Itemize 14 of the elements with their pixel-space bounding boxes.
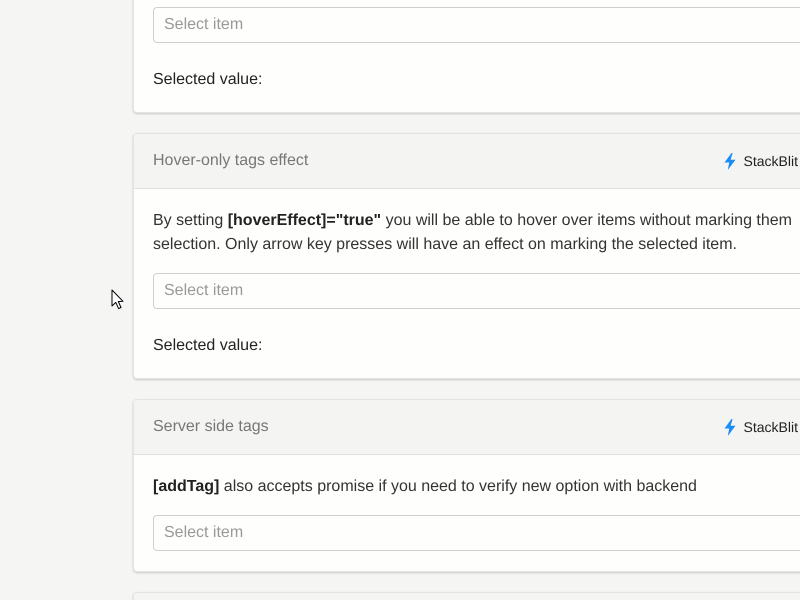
stackblitz-link[interactable]: StackBlit bbox=[724, 418, 798, 436]
selected-value-label: Selected value: bbox=[153, 70, 264, 90]
description-text: By setting [hoverEffect]="true" you will be able to hover over items without marking them selection. Only arrow key presses will have an effect on marking the selected item. bbox=[153, 211, 793, 255]
stackblitz-link[interactable]: StackBlit bbox=[724, 152, 798, 170]
select-field[interactable]: Select item bbox=[153, 7, 800, 43]
lightning-icon bbox=[724, 418, 736, 436]
selected-value-label: Selected value: bbox=[153, 336, 264, 356]
select-field[interactable]: Select item bbox=[153, 273, 800, 309]
select-field[interactable]: Select item bbox=[153, 515, 800, 551]
description-text: [addTag] also accepts promise if you need to verify new option with backend bbox=[153, 477, 698, 497]
lightning-icon bbox=[724, 152, 736, 170]
mouse-pointer-icon bbox=[111, 289, 124, 310]
card-title: Hover-only tags effect bbox=[153, 152, 308, 170]
card-title: Server side tags bbox=[153, 418, 269, 436]
